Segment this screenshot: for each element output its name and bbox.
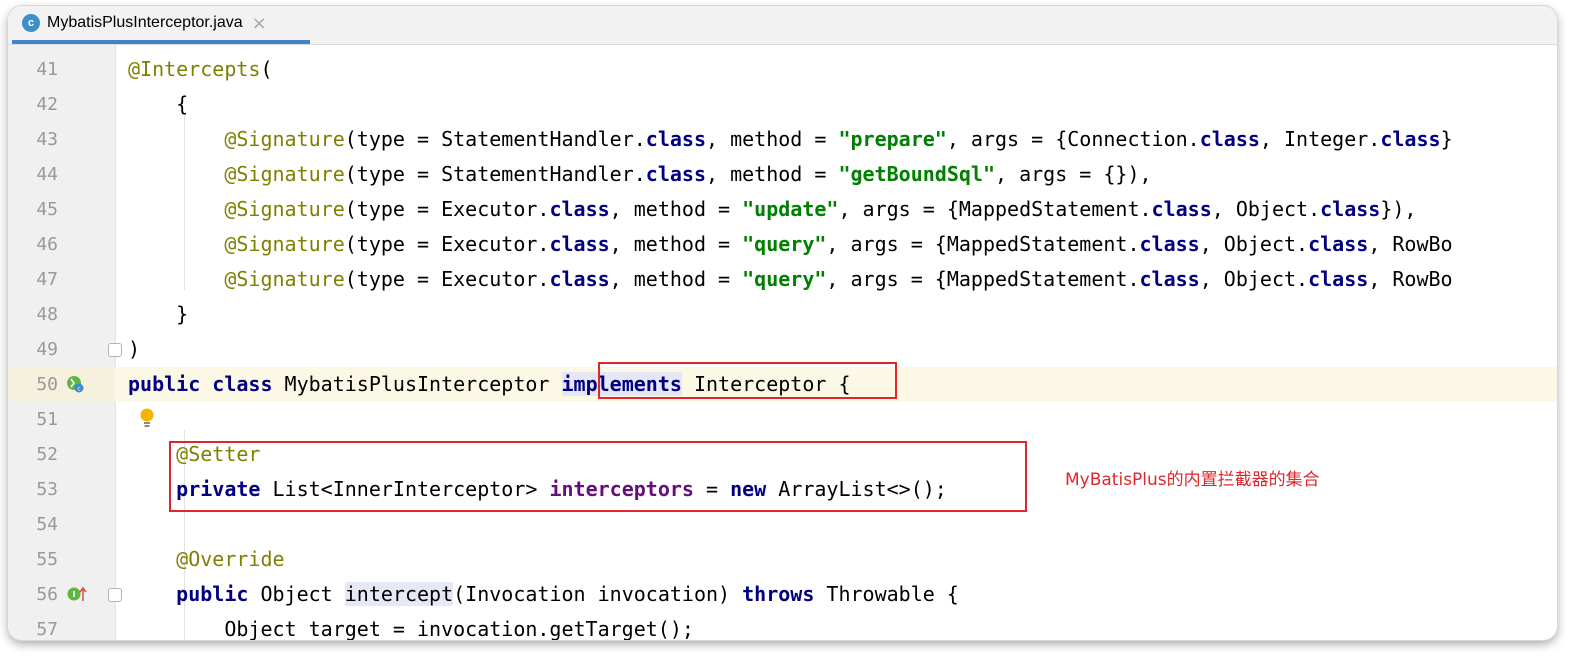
annotation-note: MyBatisPlus的内置拦截器的集合 <box>1065 470 1320 490</box>
highlight-box-interceptors-field <box>169 441 1027 512</box>
line-number: 49 <box>36 339 58 360</box>
code-text: } <box>176 302 189 326</box>
line-number: 53 <box>36 479 58 500</box>
code-text: @Signature(type = Executor.class, method… <box>224 197 1417 221</box>
line-number: 42 <box>36 94 58 115</box>
fold-marker-icon[interactable] <box>108 588 122 602</box>
code-text: Object target = invocation.getTarget(); <box>224 617 694 640</box>
java-class-icon: c <box>22 14 40 32</box>
line-number: 54 <box>36 514 58 535</box>
code-line-43[interactable]: 43 @Signature(type = StatementHandler.cl… <box>8 122 1557 157</box>
code-text: @Signature(type = Executor.class, method… <box>224 267 1453 291</box>
code-line-47[interactable]: 47 @Signature(type = Executor.class, met… <box>8 262 1557 297</box>
line-number: 56 <box>36 584 58 605</box>
tab-mybatisplusinterceptor[interactable]: c MybatisPlusInterceptor.java × <box>12 6 310 44</box>
code-line-42[interactable]: 42 { <box>8 87 1557 122</box>
code-line-48[interactable]: 48 } <box>8 297 1557 332</box>
code-text: @Signature(type = Executor.class, method… <box>224 232 1453 256</box>
line-number: 44 <box>36 164 58 185</box>
code-line-54[interactable]: 54 <box>8 507 1557 542</box>
line-number: 43 <box>36 129 58 150</box>
code-text: ) <box>128 337 141 361</box>
code-line-51[interactable]: 51 <box>8 402 1557 437</box>
line-number: 50 <box>36 374 58 395</box>
code-line-44[interactable]: 44 @Signature(type = StatementHandler.cl… <box>8 157 1557 192</box>
svg-text:c: c <box>77 386 80 393</box>
code-text: @Signature(type = StatementHandler.class… <box>224 162 1152 186</box>
close-icon[interactable]: × <box>252 13 267 34</box>
implemented-class-icon[interactable]: c <box>66 375 84 393</box>
line-number: 51 <box>36 409 58 430</box>
tab-filename: MybatisPlusInterceptor.java <box>47 14 243 31</box>
line-number: 57 <box>36 619 58 640</box>
line-number: 45 <box>36 199 58 220</box>
svg-text:I: I <box>73 590 76 599</box>
line-number: 52 <box>36 444 58 465</box>
line-number: 47 <box>36 269 58 290</box>
code-editor[interactable]: 41 @Intercepts( 42 { 43 @Signature(type … <box>8 45 1557 640</box>
code-text: @Intercepts( <box>128 57 273 81</box>
implementing-method-icon[interactable]: I <box>66 585 88 603</box>
code-line-57[interactable]: 57 Object target = invocation.getTarget(… <box>8 612 1557 640</box>
code-text: { <box>176 92 189 116</box>
code-text: public Object intercept(Invocation invoc… <box>176 582 959 606</box>
highlight-box-implements <box>598 362 897 399</box>
line-number: 41 <box>36 59 58 80</box>
code-line-55[interactable]: 55 @Override <box>8 542 1557 577</box>
intention-bulb-icon[interactable] <box>139 407 155 431</box>
line-number: 46 <box>36 234 58 255</box>
fold-marker-icon[interactable] <box>108 343 122 357</box>
line-number: 48 <box>36 304 58 325</box>
code-line-46[interactable]: 46 @Signature(type = Executor.class, met… <box>8 227 1557 262</box>
editor-window: c MybatisPlusInterceptor.java × 41 @Inte… <box>8 6 1557 640</box>
code-text: @Override <box>176 547 285 571</box>
code-line-56[interactable]: 56 I public Object intercept(Invocation … <box>8 577 1557 612</box>
code-line-41[interactable]: 41 @Intercepts( <box>8 52 1557 87</box>
code-line-45[interactable]: 45 @Signature(type = Executor.class, met… <box>8 192 1557 227</box>
code-text: @Signature(type = StatementHandler.class… <box>224 127 1453 151</box>
editor-tab-bar: c MybatisPlusInterceptor.java × <box>8 6 1557 45</box>
line-number: 55 <box>36 549 58 570</box>
